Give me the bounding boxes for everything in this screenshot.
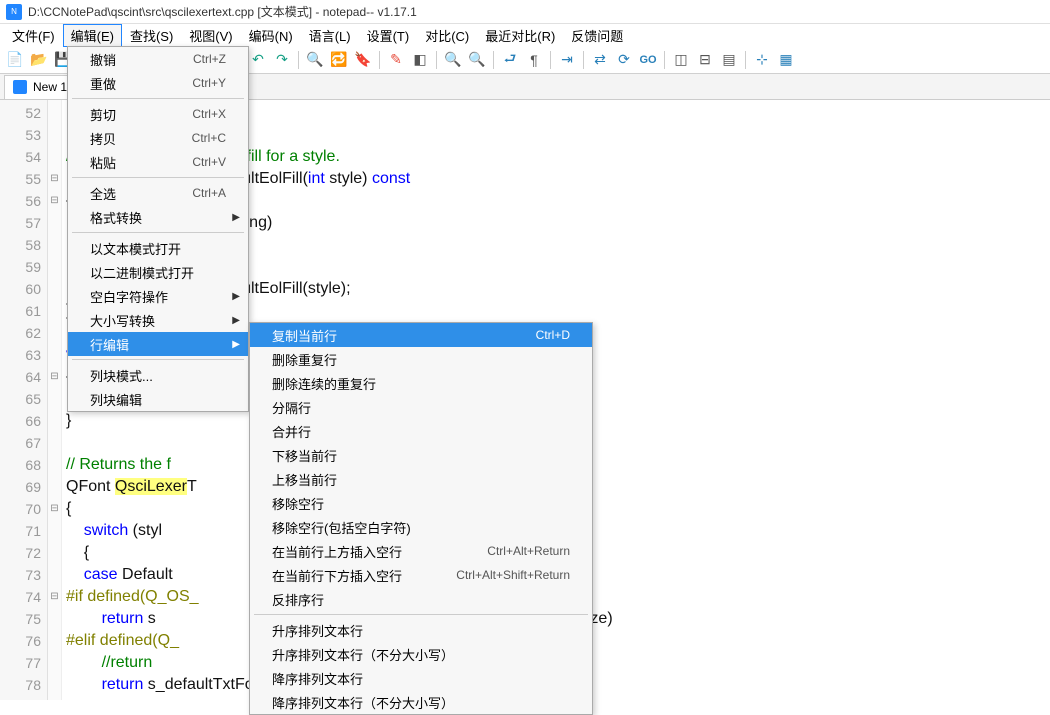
menu-edit[interactable]: 编辑(E) [63,24,122,47]
redo-icon[interactable]: ↷ [271,49,293,71]
menu-item[interactable]: 空白字符操作▶ [68,284,248,308]
menu-item[interactable]: 剪切Ctrl+X [68,102,248,126]
bookmark-icon[interactable]: 🔖 [352,49,374,71]
menu-item[interactable]: 大小写转换▶ [68,308,248,332]
menubar: 文件(F) 编辑(E) 查找(S) 视图(V) 编码(N) 语言(L) 设置(T… [0,24,1050,46]
menu-item[interactable]: 行编辑▶ [68,332,248,356]
brush-icon[interactable]: ✎ [385,49,407,71]
menu-item[interactable]: 下移当前行 [250,443,592,467]
menu-view[interactable]: 视图(V) [181,24,240,47]
split2-icon[interactable]: ⊟ [694,49,716,71]
menu-item[interactable]: 上移当前行 [250,467,592,491]
zoom-out-icon[interactable]: 🔍 [466,49,488,71]
fold-gutter: ⊟⊟⊟⊟⊟ [48,100,62,700]
replace-icon[interactable]: 🔁 [328,49,350,71]
split3-icon[interactable]: ▤ [718,49,740,71]
menu-item[interactable]: 复制当前行Ctrl+D [250,323,592,347]
menu-encoding[interactable]: 编码(N) [241,24,301,47]
menu-find[interactable]: 查找(S) [122,24,181,47]
split-icon[interactable]: ◫ [670,49,692,71]
menu-item[interactable]: 在当前行下方插入空行Ctrl+Alt+Shift+Return [250,563,592,587]
menu-settings[interactable]: 设置(T) [359,24,418,47]
edit-menu-dropdown: 撤销Ctrl+Z重做Ctrl+Y 剪切Ctrl+X拷贝Ctrl+C粘贴Ctrl+V… [67,46,249,412]
menu-item[interactable]: 全选Ctrl+A [68,181,248,205]
menu-item[interactable]: 重做Ctrl+Y [68,71,248,95]
zoom-in-icon[interactable]: 🔍 [442,49,464,71]
menu-item[interactable]: 粘贴Ctrl+V [68,150,248,174]
menu-item[interactable]: 升序排列文本行 [250,618,592,642]
line-gutter: 5253545556575859606162636465666768697071… [0,100,48,700]
open-file-icon[interactable]: 📂 [28,49,50,71]
menu-item[interactable]: 在当前行上方插入空行Ctrl+Alt+Return [250,539,592,563]
menu-item[interactable]: 降序排列文本行（不分大小写） [250,690,592,714]
whitespace-icon[interactable]: ¶ [523,49,545,71]
menu-item[interactable]: 分隔行 [250,395,592,419]
menu-item[interactable]: 删除重复行 [250,347,592,371]
menu-item[interactable]: 格式转换▶ [68,205,248,229]
menu-compare[interactable]: 对比(C) [417,24,477,47]
menu-file[interactable]: 文件(F) [4,24,63,47]
menu-language[interactable]: 语言(L) [301,24,359,47]
menu-item[interactable]: 列块编辑 [68,387,248,411]
menu-feedback[interactable]: 反馈问题 [563,24,631,47]
new-file-icon[interactable]: 📄 [4,49,26,71]
menu-item[interactable]: 撤销Ctrl+Z [68,47,248,71]
menu-item[interactable]: 以二进制模式打开 [68,260,248,284]
menu-item[interactable]: 反排序行 [250,587,592,611]
indent-icon[interactable]: ⇥ [556,49,578,71]
undo-icon[interactable]: ↶ [247,49,269,71]
grid-icon[interactable]: ▦ [775,49,797,71]
compare-icon[interactable]: ⇄ [589,49,611,71]
tree-icon[interactable]: ⊹ [751,49,773,71]
eraser-icon[interactable]: ◧ [409,49,431,71]
menu-item[interactable]: 合并行 [250,419,592,443]
menu-item[interactable]: 移除空行 [250,491,592,515]
menu-item[interactable]: 移除空行(包括空白字符) [250,515,592,539]
tab-new1[interactable]: New 1 [4,75,76,99]
menu-item[interactable]: 拷贝Ctrl+C [68,126,248,150]
go-icon[interactable]: GO [637,49,659,71]
tab-label: New 1 [33,80,67,94]
find-icon[interactable]: 🔍 [304,49,326,71]
titlebar: N D:\CCNotePad\qscint\src\qscilexertext.… [0,0,1050,24]
menu-item[interactable]: 以文本模式打开 [68,236,248,260]
menu-item[interactable]: 升序排列文本行（不分大小写） [250,642,592,666]
title-text: D:\CCNotePad\qscint\src\qscilexertext.cp… [28,3,417,20]
app-icon: N [6,4,22,20]
menu-item[interactable]: 降序排列文本行 [250,666,592,690]
menu-recent-compare[interactable]: 最近对比(R) [477,24,563,47]
compare2-icon[interactable]: ⟳ [613,49,635,71]
line-edit-submenu: 复制当前行Ctrl+D删除重复行删除连续的重复行分隔行合并行下移当前行上移当前行… [249,322,593,715]
menu-item[interactable]: 删除连续的重复行 [250,371,592,395]
menu-item[interactable]: 列块模式... [68,363,248,387]
file-icon [13,80,27,94]
wrap-icon[interactable]: ⮐ [499,49,521,71]
